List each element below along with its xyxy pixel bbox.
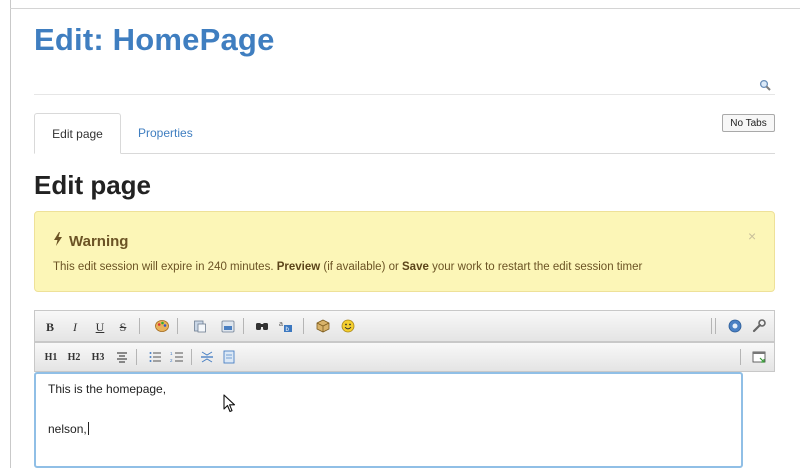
editor-line-1: This is the homepage, xyxy=(48,382,167,396)
heading1-button[interactable]: H1 xyxy=(43,349,59,367)
no-tabs-button[interactable]: No Tabs xyxy=(722,114,775,132)
alert-msg-save: Save xyxy=(402,261,429,273)
heading2-button[interactable]: H2 xyxy=(66,349,82,367)
window-border-top xyxy=(10,8,800,9)
close-icon[interactable]: × xyxy=(748,228,756,244)
tab-properties[interactable]: Properties xyxy=(138,113,193,153)
editor-line-2-text: nelson, xyxy=(48,422,87,436)
horizontal-rule-icon[interactable] xyxy=(200,350,214,364)
warning-alert: Warning × This edit session will expire … xyxy=(34,211,775,292)
paste-icon[interactable] xyxy=(193,319,207,333)
help-icon[interactable] xyxy=(728,319,742,333)
toolbar-separator xyxy=(303,318,304,334)
toolbar-separator xyxy=(740,349,741,365)
heading3-button[interactable]: H3 xyxy=(90,349,106,367)
alert-title: Warning xyxy=(53,232,128,250)
svg-text:a: a xyxy=(279,321,283,328)
find-icon[interactable] xyxy=(255,319,269,333)
page-title: Edit: HomePage xyxy=(34,22,275,57)
align-center-icon[interactable] xyxy=(115,350,129,364)
editor-textarea[interactable]: This is the homepage, nelson, xyxy=(34,372,743,468)
resize-window-icon[interactable] xyxy=(752,350,766,364)
toolbar-separator xyxy=(243,318,244,334)
svg-text:1: 1 xyxy=(170,351,173,356)
alert-msg-part1: This edit session will expire in 240 min… xyxy=(53,261,277,273)
editor-toolbar-main: B I U S a b xyxy=(34,310,775,342)
italic-button[interactable]: I xyxy=(68,318,82,336)
alert-msg-part2: (if available) or xyxy=(320,261,403,273)
toolbar-separator xyxy=(711,318,712,334)
tab-bar: Edit page Properties xyxy=(34,113,775,154)
alert-message: This edit session will expire in 240 min… xyxy=(53,261,642,273)
wrench-icon[interactable] xyxy=(752,319,766,333)
tab-edit-page[interactable]: Edit page xyxy=(34,113,121,154)
window-border-left xyxy=(10,0,11,468)
editor-toolbar-format: H1 H2 H3 1 2 xyxy=(34,342,775,372)
paste-special-icon[interactable] xyxy=(221,319,235,333)
smiley-icon[interactable] xyxy=(341,319,355,333)
toolbar-separator xyxy=(177,318,178,334)
numbered-list-icon[interactable]: 1 2 xyxy=(170,350,184,364)
section-title: Edit page xyxy=(34,170,152,200)
alert-msg-part3: your work to restart the edit session ti… xyxy=(428,261,643,273)
bullet-list-icon[interactable] xyxy=(148,350,162,364)
underline-button[interactable]: U xyxy=(93,318,107,336)
toolbar-separator xyxy=(136,349,137,365)
text-caret xyxy=(87,422,89,435)
bolt-icon xyxy=(53,232,63,250)
toolbar-separator xyxy=(715,318,716,334)
toolbar-separator xyxy=(191,349,192,365)
alert-title-text: Warning xyxy=(69,233,129,250)
search-icon[interactable] xyxy=(759,79,771,91)
editor-line-2: nelson, xyxy=(48,422,89,436)
replace-icon[interactable]: a b xyxy=(279,319,293,333)
alert-msg-preview: Preview xyxy=(276,261,321,273)
bold-button[interactable]: B xyxy=(43,318,57,336)
object-icon[interactable] xyxy=(316,319,330,333)
page-icon[interactable] xyxy=(222,350,236,364)
mouse-pointer-icon xyxy=(223,394,236,413)
strikethrough-button[interactable]: S xyxy=(116,318,130,336)
title-divider xyxy=(34,94,775,95)
palette-icon[interactable] xyxy=(155,319,169,333)
toolbar-separator xyxy=(139,318,140,334)
wysiwyg-editor: B I U S a b H1 H2 H3 1 2 This is the hom… xyxy=(34,310,775,468)
svg-text:2: 2 xyxy=(170,358,173,363)
